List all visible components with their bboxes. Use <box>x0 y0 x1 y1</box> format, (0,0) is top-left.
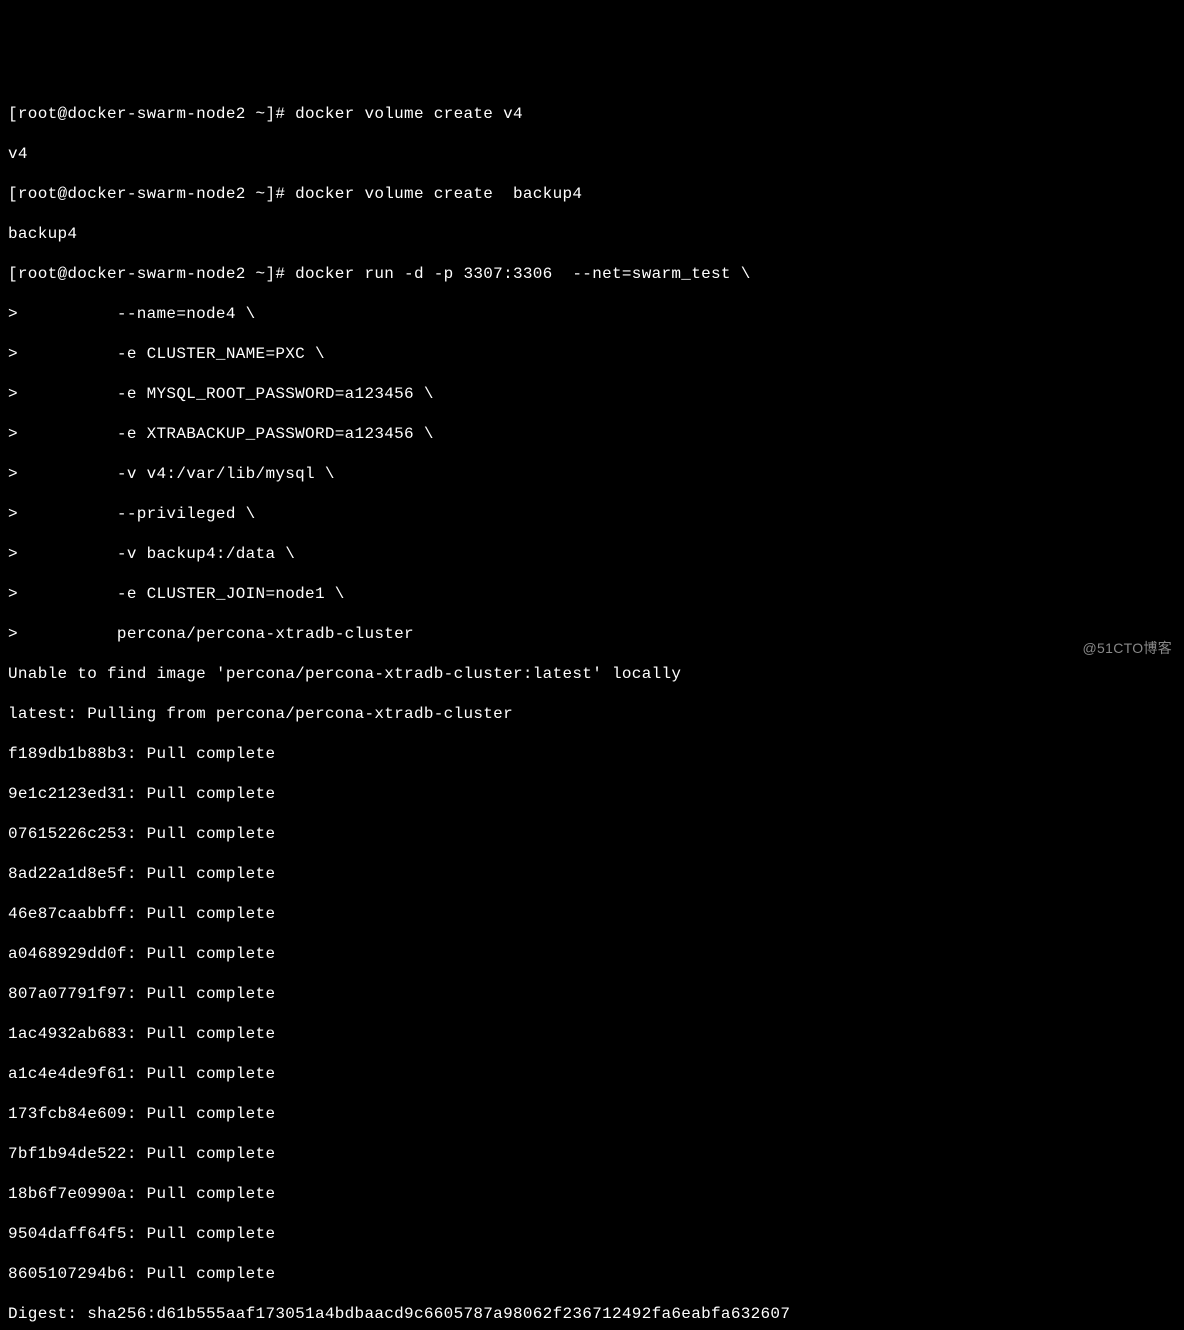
terminal-line: f189db1b88b3: Pull complete <box>8 744 1184 764</box>
terminal-line: v4 <box>8 144 1184 164</box>
terminal-line: > -e CLUSTER_JOIN=node1 \ <box>8 584 1184 604</box>
terminal-line: latest: Pulling from percona/percona-xtr… <box>8 704 1184 724</box>
terminal-line: Unable to find image 'percona/percona-xt… <box>8 664 1184 684</box>
terminal-line: 18b6f7e0990a: Pull complete <box>8 1184 1184 1204</box>
terminal-line: 9e1c2123ed31: Pull complete <box>8 784 1184 804</box>
terminal-line: 8605107294b6: Pull complete <box>8 1264 1184 1284</box>
terminal-line: 173fcb84e609: Pull complete <box>8 1104 1184 1124</box>
watermark-text: @51CTO博客 <box>1083 640 1172 658</box>
terminal-line: 46e87caabbff: Pull complete <box>8 904 1184 924</box>
terminal-line: > --privileged \ <box>8 504 1184 524</box>
terminal-line: 807a07791f97: Pull complete <box>8 984 1184 1004</box>
terminal-line: > -e CLUSTER_NAME=PXC \ <box>8 344 1184 364</box>
terminal-line: backup4 <box>8 224 1184 244</box>
terminal-line: > -v v4:/var/lib/mysql \ <box>8 464 1184 484</box>
terminal-line: Digest: sha256:d61b555aaf173051a4bdbaacd… <box>8 1304 1184 1324</box>
terminal-line: 8ad22a1d8e5f: Pull complete <box>8 864 1184 884</box>
terminal-line: [root@docker-swarm-node2 ~]# docker volu… <box>8 104 1184 124</box>
terminal-line: [root@docker-swarm-node2 ~]# docker run … <box>8 264 1184 284</box>
terminal-line: > -v backup4:/data \ <box>8 544 1184 564</box>
terminal-line: a1c4e4de9f61: Pull complete <box>8 1064 1184 1084</box>
terminal-line: 7bf1b94de522: Pull complete <box>8 1144 1184 1164</box>
terminal-line: a0468929dd0f: Pull complete <box>8 944 1184 964</box>
terminal-output[interactable]: [root@docker-swarm-node2 ~]# docker volu… <box>8 84 1184 1330</box>
terminal-line: 07615226c253: Pull complete <box>8 824 1184 844</box>
terminal-line: > -e MYSQL_ROOT_PASSWORD=a123456 \ <box>8 384 1184 404</box>
terminal-line: > -e XTRABACKUP_PASSWORD=a123456 \ <box>8 424 1184 444</box>
terminal-line: > percona/percona-xtradb-cluster <box>8 624 1184 644</box>
terminal-line: [root@docker-swarm-node2 ~]# docker volu… <box>8 184 1184 204</box>
terminal-line: 1ac4932ab683: Pull complete <box>8 1024 1184 1044</box>
terminal-line: > --name=node4 \ <box>8 304 1184 324</box>
terminal-line: 9504daff64f5: Pull complete <box>8 1224 1184 1244</box>
